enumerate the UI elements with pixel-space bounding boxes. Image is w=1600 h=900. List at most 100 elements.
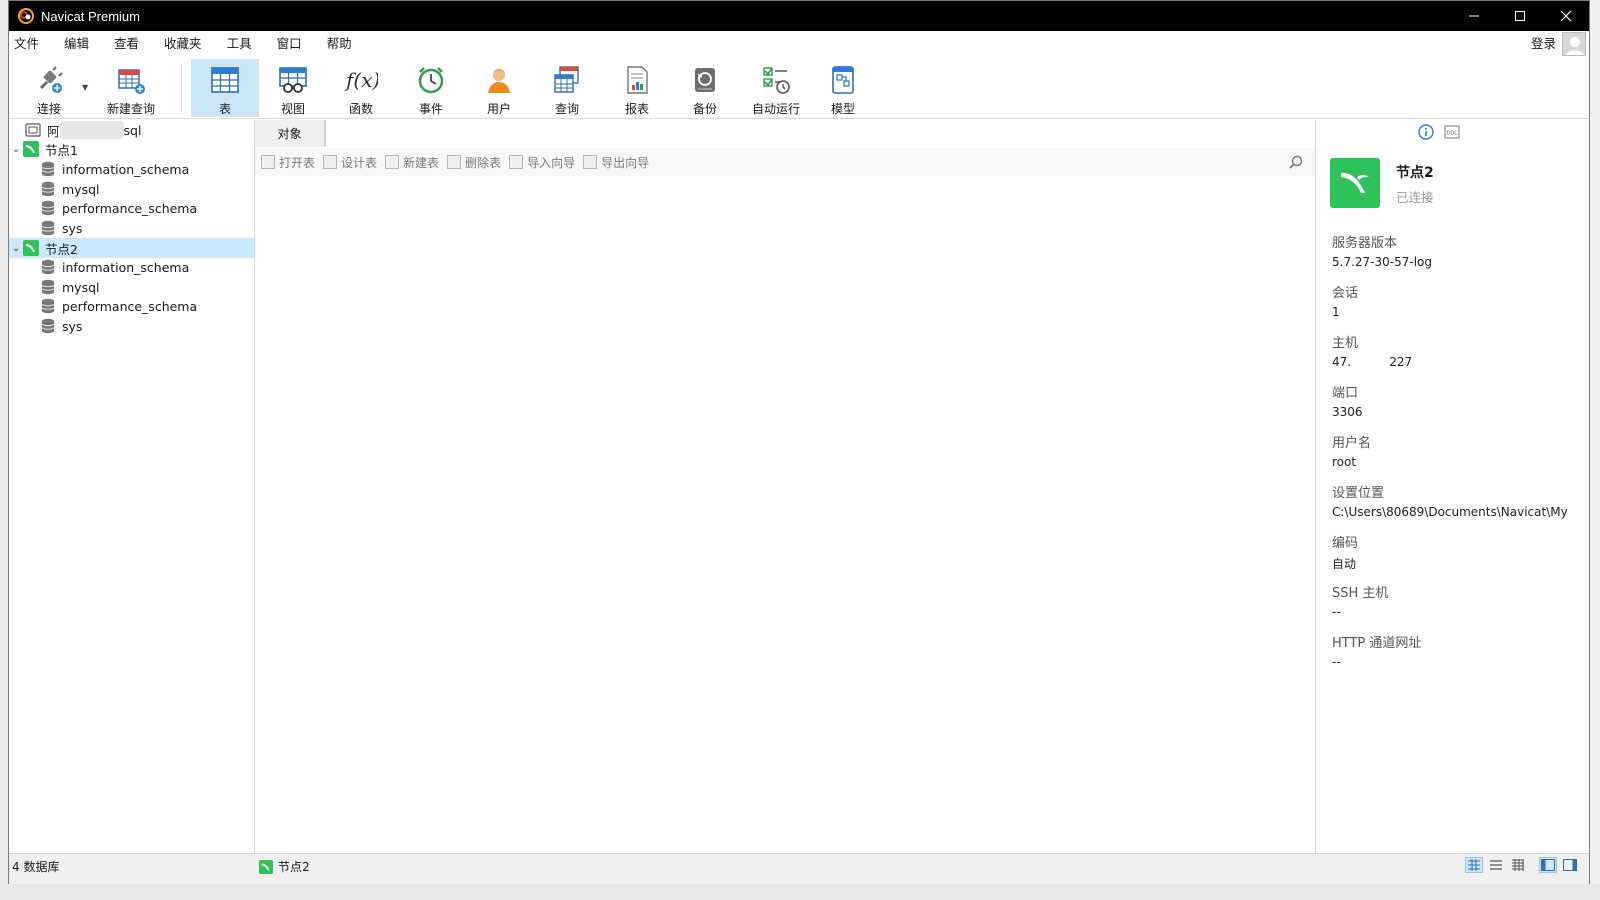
connection-tree: 阿 sql ⌄ 节点1 information_schema mysql per… [9, 120, 255, 853]
menu-view[interactable]: 查看 [102, 31, 151, 57]
design-table-button[interactable]: 设计表 [323, 154, 377, 171]
info-field: 设置位置 C:\Users\80689\Documents\Navicat\My [1332, 482, 1582, 519]
automation-button[interactable]: 自动运行 [739, 59, 813, 117]
tree-db-item[interactable]: sys [9, 218, 254, 238]
tab-objects-label: 对象 [277, 127, 302, 141]
menu-favorites[interactable]: 收藏夹 [152, 31, 214, 57]
tree-db-item[interactable]: performance_schema [9, 198, 254, 218]
user-label: 用户 [486, 102, 511, 116]
connection-2-name: 节点2 [45, 241, 78, 257]
db-name: information_schema [62, 259, 190, 275]
tree-db-item[interactable]: information_schema [9, 257, 254, 277]
model-icon [826, 63, 860, 97]
info-field: 用户名 root [1332, 432, 1582, 469]
ddl-icon[interactable]: DDL [1444, 124, 1460, 140]
new-query-icon [114, 63, 148, 97]
info-value: 1 [1332, 305, 1340, 319]
tree-db-item[interactable]: performance_schema [9, 296, 254, 316]
plug-icon [32, 63, 66, 97]
info-value: 47. 227 [1332, 355, 1413, 369]
menu-file[interactable]: 文件 [9, 31, 51, 57]
view-label: 视图 [280, 102, 305, 116]
search-icon[interactable] [1289, 155, 1303, 169]
tree-db-item[interactable]: information_schema [9, 159, 254, 179]
export-wizard-label: 导出向导 [601, 155, 650, 170]
model-button[interactable]: 模型 [813, 59, 873, 117]
report-icon [620, 63, 654, 97]
info-label: HTTP 通道网址 [1332, 636, 1422, 651]
menu-edit[interactable]: 编辑 [52, 31, 101, 57]
menu-bar: 文件 编辑 查看 收藏夹 工具 窗口 帮助 [9, 31, 1589, 57]
delete-table-button[interactable]: 删除表 [447, 154, 501, 171]
backup-icon [688, 63, 722, 97]
database-icon [41, 259, 55, 275]
info-connection-name: 节点2 [1396, 165, 1434, 181]
event-button[interactable]: 事件 [397, 59, 465, 117]
login-link[interactable]: 登录 [1531, 31, 1556, 57]
user-button[interactable]: 用户 [465, 59, 533, 117]
info-label: 用户名 [1332, 436, 1372, 451]
close-button[interactable] [1543, 1, 1589, 31]
model-label: 模型 [830, 102, 855, 116]
info-field: SSH 主机 -- [1332, 582, 1582, 619]
status-bar: 4 数据库 节点2 [9, 853, 1589, 884]
table-icon [208, 63, 242, 97]
info-value: root [1332, 455, 1357, 469]
maximize-icon [1515, 11, 1525, 21]
query-button[interactable]: 查询 [533, 59, 601, 117]
tree-db-item[interactable]: mysql [9, 277, 254, 297]
current-connection: 节点2 [259, 858, 310, 875]
new-query-button[interactable]: 新建查询 [95, 59, 167, 117]
connect-button[interactable]: 连接 [25, 59, 73, 117]
info-icon[interactable] [1418, 124, 1434, 140]
window-title: Navicat Premium [41, 8, 140, 24]
export-wizard-icon [583, 155, 598, 169]
info-label: 编码 [1332, 536, 1359, 551]
minimize-button[interactable] [1451, 1, 1497, 31]
user-avatar[interactable] [1562, 32, 1586, 56]
connection-1-name: 节点1 [45, 142, 78, 158]
tab-objects[interactable]: 对象 [255, 120, 325, 147]
show-info-pane-icon[interactable] [1561, 857, 1579, 873]
db-name: performance_schema [62, 298, 198, 314]
function-button[interactable]: f(x) 函数 [327, 59, 395, 117]
info-value: -- [1332, 605, 1341, 619]
desktop-background-bottom [0, 884, 1600, 900]
menu-window[interactable]: 窗口 [265, 31, 314, 57]
tree-connection-2[interactable]: ⌄ 节点2 [9, 238, 254, 258]
list-view-icon[interactable] [1465, 857, 1483, 873]
title-bar[interactable]: Navicat Premium [9, 1, 1589, 31]
connect-dropdown-caret-icon[interactable]: ▼ [82, 83, 88, 92]
chevron-down-icon[interactable]: ⌄ [9, 243, 23, 254]
detail-view-icon[interactable] [1487, 857, 1505, 873]
info-field: 服务器版本 5.7.27-30-57-log [1332, 232, 1582, 269]
open-table-button[interactable]: 打开表 [261, 154, 315, 171]
new-table-button[interactable]: 新建表 [385, 154, 439, 171]
table-button[interactable]: 表 [191, 59, 259, 117]
maximize-button[interactable] [1497, 1, 1543, 31]
import-wizard-button[interactable]: 导入向导 [509, 154, 575, 171]
tab-bar-fill [325, 120, 1315, 147]
tree-connection-1[interactable]: ⌄ 节点1 [9, 139, 254, 159]
view-button[interactable]: 视图 [259, 59, 327, 117]
report-button[interactable]: 报表 [603, 59, 671, 117]
menu-tools[interactable]: 工具 [215, 31, 264, 57]
menu-help[interactable]: 帮助 [315, 31, 364, 57]
info-field: 会话 1 [1332, 282, 1582, 319]
db-name: sys [62, 318, 83, 334]
info-panel: DDL 节点2 已连接 服务器版本 5.7.27-30-57-log 会话 1 … [1315, 120, 1589, 853]
tree-connection-0[interactable]: 阿 sql [9, 120, 254, 140]
tab-bar: 对象 [255, 120, 1315, 147]
info-field: 编码 自动 [1332, 532, 1582, 572]
backup-label: 备份 [692, 102, 717, 116]
tree-db-item[interactable]: sys [9, 316, 254, 336]
tree-db-item[interactable]: mysql [9, 179, 254, 199]
chevron-down-icon[interactable]: ⌄ [9, 144, 23, 155]
backup-button[interactable]: 备份 [671, 59, 739, 117]
new-table-label: 新建表 [403, 155, 440, 170]
query-icon [550, 63, 584, 97]
export-wizard-button[interactable]: 导出向导 [583, 154, 649, 171]
grid-view-icon[interactable] [1509, 857, 1527, 873]
new-table-icon [385, 155, 400, 169]
show-navigation-pane-icon[interactable] [1539, 857, 1557, 873]
